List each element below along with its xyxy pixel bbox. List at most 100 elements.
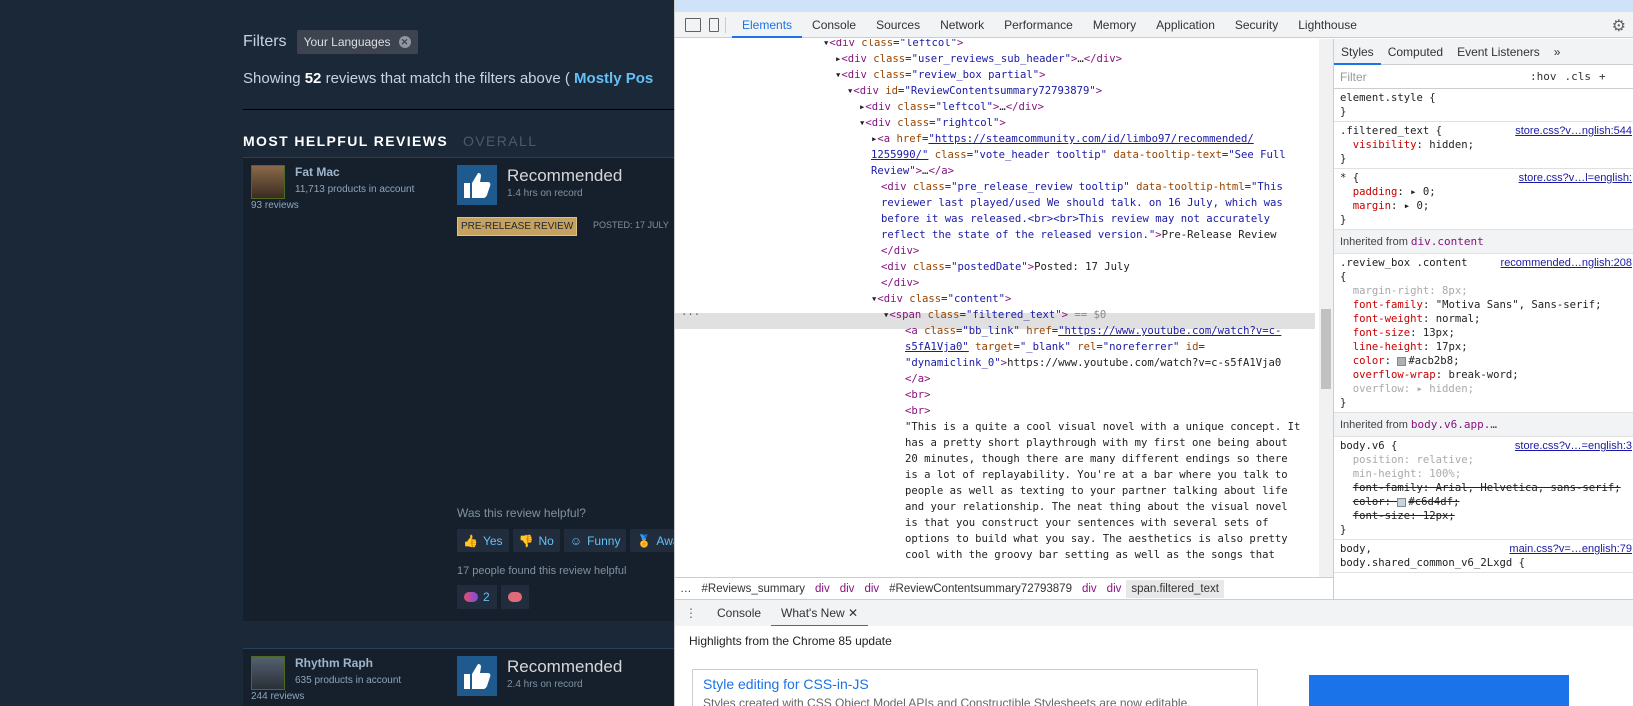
- dom-line[interactable]: reviewer last played/used We should talk…: [881, 195, 1283, 211]
- dom-line[interactable]: 1255990/" class="vote_header tooltip" da…: [871, 147, 1286, 163]
- dom-line-selected[interactable]: ▾<span class="filtered_text"> == $0: [883, 307, 1106, 323]
- overall-tab[interactable]: OVERALL: [463, 133, 537, 149]
- award-badge[interactable]: 2: [457, 585, 497, 609]
- filter-chip-languages[interactable]: Your Languages ✕: [296, 30, 418, 54]
- tab-lighthouse[interactable]: Lighthouse: [1288, 12, 1367, 38]
- dom-line[interactable]: ▸<div class="user_reviews_sub_header">…<…: [835, 51, 1122, 67]
- rating-link[interactable]: Mostly Pos: [574, 70, 653, 87]
- hov-button[interactable]: :hov: [1530, 70, 1557, 83]
- scrollbar[interactable]: [1319, 39, 1333, 577]
- dom-line[interactable]: reflect the state of the released versio…: [881, 227, 1276, 243]
- style-rule[interactable]: .filtered_text {store.css?v…nglish:544 v…: [1334, 122, 1633, 169]
- avatar[interactable]: [251, 656, 285, 690]
- products-count[interactable]: 11,713 products in account: [295, 184, 414, 195]
- dom-line[interactable]: "This is a quite a cool visual novel wit…: [905, 419, 1300, 435]
- tab-application[interactable]: Application: [1146, 12, 1225, 38]
- dom-line[interactable]: <br>: [905, 387, 931, 403]
- style-rule[interactable]: body.v6 {store.css?v…=english:3 position…: [1334, 437, 1633, 540]
- dom-line[interactable]: <br>: [905, 403, 931, 419]
- tab-event-listeners[interactable]: Event Listeners: [1450, 39, 1547, 65]
- products-count[interactable]: 635 products in account: [295, 675, 401, 686]
- dom-line[interactable]: ▾<div class="leftcol">: [823, 39, 963, 51]
- dom-line[interactable]: s5fA1Vja0" target="_blank" rel="noreferr…: [905, 339, 1205, 355]
- add-rule-button[interactable]: +: [1599, 70, 1606, 83]
- dom-line[interactable]: "dynamiclink_0">https://www.youtube.com/…: [905, 355, 1281, 371]
- dom-line[interactable]: ▸<a href="https://steamcommunity.com/id/…: [871, 131, 1254, 147]
- dom-line[interactable]: ▾<div id="ReviewContentsummary72793879">: [847, 83, 1102, 99]
- tab-console-drawer[interactable]: Console: [707, 600, 771, 627]
- dom-line[interactable]: people as well as texting to your partne…: [905, 483, 1288, 499]
- dom-line[interactable]: before it was released.<br><br>This revi…: [881, 211, 1270, 227]
- style-rule[interactable]: .review_box .content recommended…nglish:2…: [1334, 254, 1633, 413]
- tab-styles[interactable]: Styles: [1334, 39, 1381, 65]
- dom-line[interactable]: options to build what you say. The aesth…: [905, 531, 1288, 547]
- award-badge[interactable]: [500, 585, 529, 609]
- tab-performance[interactable]: Performance: [994, 12, 1083, 38]
- close-icon[interactable]: ✕: [398, 36, 411, 48]
- verdict[interactable]: Recommended: [507, 657, 622, 677]
- tab-console[interactable]: Console: [802, 12, 866, 38]
- breadcrumb-item[interactable]: div: [835, 583, 860, 595]
- tab-memory[interactable]: Memory: [1083, 12, 1146, 38]
- thumbs-up-icon: [457, 656, 497, 696]
- tab-network[interactable]: Network: [930, 12, 994, 38]
- breadcrumb-item[interactable]: div: [1102, 583, 1127, 595]
- dom-line[interactable]: has a pretty short playthrough with my f…: [905, 435, 1288, 451]
- dom-line[interactable]: </a>: [905, 371, 931, 387]
- dom-line[interactable]: ▾<div class="content">: [871, 291, 1011, 307]
- tab-sources[interactable]: Sources: [866, 12, 930, 38]
- tab-elements[interactable]: Elements: [732, 12, 803, 38]
- breadcrumb-item-current[interactable]: span.filtered_text: [1126, 579, 1224, 598]
- device-toggle-icon[interactable]: [709, 17, 719, 32]
- style-rule[interactable]: * {store.css?v…l=english: padding: ▸ 0; …: [1334, 169, 1633, 230]
- dom-line[interactable]: <a class="bb_link" href="https://www.you…: [905, 323, 1281, 339]
- reviews-count[interactable]: 244 reviews: [251, 691, 304, 702]
- dom-line[interactable]: Review">…</a>: [871, 163, 954, 179]
- dom-line[interactable]: is that you construct your sentences wit…: [905, 515, 1269, 531]
- tab-computed[interactable]: Computed: [1381, 39, 1450, 65]
- no-button[interactable]: 👎 No: [512, 529, 560, 552]
- reviewer-name[interactable]: Fat Mac: [295, 165, 340, 179]
- gear-icon[interactable]: ⚙: [1612, 16, 1626, 36]
- dom-line[interactable]: is a lot of replayability. You're at a b…: [905, 467, 1288, 483]
- yes-button[interactable]: 👍 Yes: [457, 529, 509, 552]
- style-rule[interactable]: element.style {}: [1334, 89, 1633, 122]
- dom-line[interactable]: ▾<div class="review_box partial">: [835, 67, 1046, 83]
- dom-line[interactable]: ▾<div class="rightcol">: [859, 115, 1006, 131]
- breadcrumb-item[interactable]: #Reviews_summary: [697, 583, 811, 595]
- more-tabs-icon[interactable]: »: [1547, 39, 1568, 65]
- reviewer-name[interactable]: Rhythm Raph: [295, 656, 373, 670]
- close-icon[interactable]: ✕: [848, 606, 858, 620]
- yes-label: Yes: [482, 533, 503, 548]
- whats-new-title[interactable]: Style editing for CSS-in-JS: [703, 676, 869, 692]
- tab-whats-new[interactable]: What's New ✕: [771, 600, 869, 627]
- cls-button[interactable]: .cls: [1565, 70, 1592, 83]
- avatar[interactable]: [251, 165, 285, 199]
- breadcrumb-more[interactable]: …: [675, 583, 697, 595]
- more-icon[interactable]: ···: [681, 307, 700, 323]
- dom-line[interactable]: </div>: [881, 243, 919, 259]
- dom-tree[interactable]: ▾<div class="leftcol"> ▸<div class="user…: [675, 39, 1315, 577]
- funny-button[interactable]: ☺ Funny: [563, 529, 627, 552]
- style-rule[interactable]: body, main.css?v=…english:79 body.shared_…: [1334, 540, 1633, 573]
- scrollbar-thumb[interactable]: [1321, 309, 1331, 389]
- breadcrumb-item[interactable]: div: [859, 583, 884, 595]
- inspect-icon[interactable]: [685, 17, 701, 32]
- dom-line[interactable]: ▸<div class="leftcol">…</div>: [859, 99, 1044, 115]
- award-button[interactable]: 🏅 Awar: [630, 529, 674, 552]
- dom-line[interactable]: cool with the groovy bar setting as well…: [905, 547, 1275, 563]
- whats-new-card[interactable]: Style editing for CSS-in-JS Styles creat…: [692, 669, 1258, 706]
- reviews-count[interactable]: 93 reviews: [251, 200, 299, 211]
- dom-line[interactable]: <div class="postedDate">Posted: 17 July: [881, 259, 1130, 275]
- dom-line[interactable]: <div class="pre_release_review tooltip" …: [881, 179, 1283, 195]
- breadcrumb-item[interactable]: div: [1077, 583, 1102, 595]
- dom-line[interactable]: </div>: [881, 275, 919, 291]
- dom-line[interactable]: and your relationship. The neat thing ab…: [905, 499, 1288, 515]
- breadcrumb-item[interactable]: #ReviewContentsummary72793879: [884, 583, 1077, 595]
- tab-security[interactable]: Security: [1225, 12, 1288, 38]
- verdict[interactable]: Recommended: [507, 166, 622, 186]
- drawer-menu-icon[interactable]: ⋮: [675, 600, 707, 627]
- breadcrumb-item[interactable]: div: [810, 583, 835, 595]
- filter-input[interactable]: Filter: [1340, 70, 1530, 84]
- dom-line[interactable]: 20 minutes, though there are many differ…: [905, 451, 1288, 467]
